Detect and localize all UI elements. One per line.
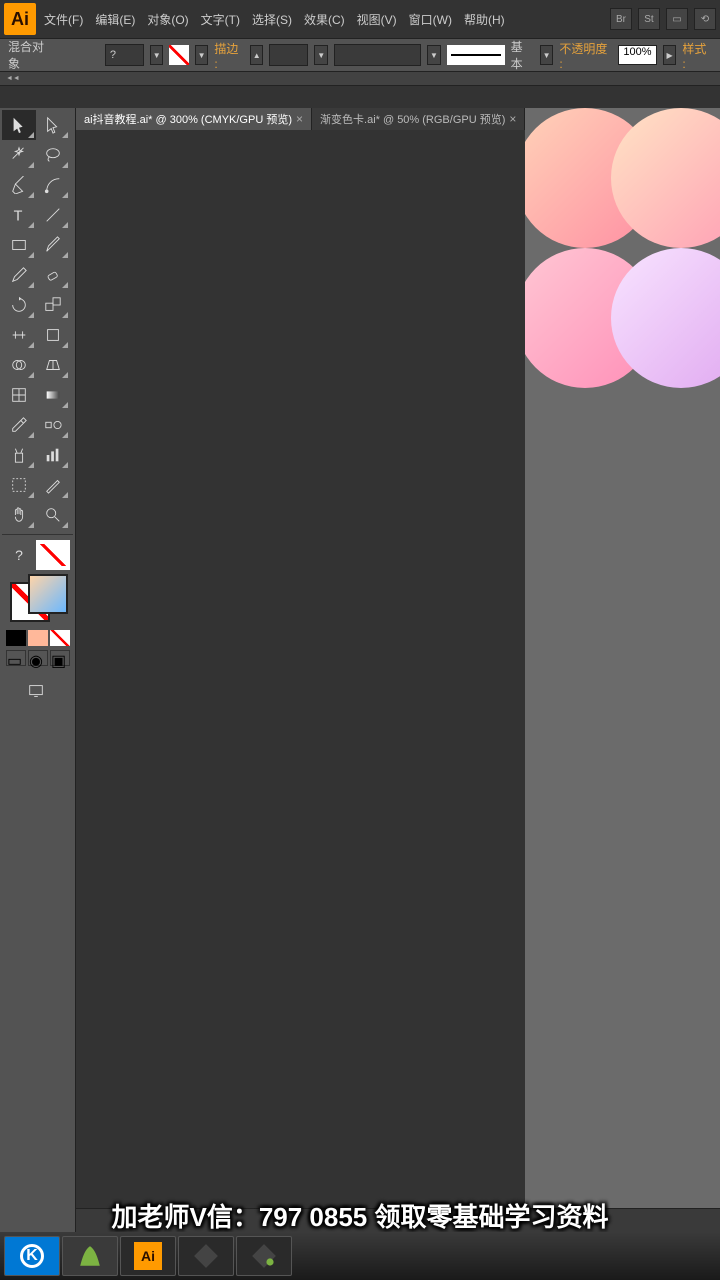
menu-对象(O)[interactable]: 对象(O) <box>141 7 194 32</box>
document-tab[interactable]: 渐变色卡.ai* @ 50% (RGB/GPU 预览)× <box>312 108 525 130</box>
hand-tool[interactable] <box>2 500 36 530</box>
fill-dropdown[interactable]: ? <box>105 44 144 66</box>
fill-stroke-color[interactable] <box>6 574 69 624</box>
taskbar: K Ai <box>0 1232 720 1280</box>
pen-tool[interactable] <box>2 170 36 200</box>
menu-效果(C)[interactable]: 效果(C) <box>298 7 351 32</box>
symbol-sprayer-tool[interactable] <box>2 440 36 470</box>
context-label: 混合对象 <box>8 38 54 72</box>
control-bar: 混合对象 ? ▼ ▼ 描边 : ▲ ▼ ▼ 基本 ▼ 不透明度 : 100% ▶… <box>0 38 720 72</box>
rotate-tool[interactable] <box>2 290 36 320</box>
titlebar-right: Br St ▭ ⟲ <box>610 8 716 30</box>
svg-text:T: T <box>14 208 23 224</box>
slice-tool[interactable] <box>36 470 70 500</box>
stroke-weight[interactable] <box>269 44 308 66</box>
stroke-weight-up[interactable]: ▲ <box>250 45 264 65</box>
app-logo: Ai <box>4 3 36 35</box>
curvature-tool[interactable] <box>36 170 70 200</box>
taskbar-app-2[interactable] <box>62 1236 118 1276</box>
titlebar: Ai 文件(F)编辑(E)对象(O)文字(T)选择(S)效果(C)视图(V)窗口… <box>0 0 720 38</box>
magic-wand-tool[interactable] <box>2 140 36 170</box>
menu-视图(V)[interactable]: 视图(V) <box>351 7 403 32</box>
blend-tool[interactable] <box>36 410 70 440</box>
width-tool[interactable] <box>2 320 36 350</box>
taskbar-app-4[interactable] <box>178 1236 234 1276</box>
menu-编辑(E)[interactable]: 编辑(E) <box>89 7 141 32</box>
opacity-input[interactable]: 100% <box>618 45 657 65</box>
profile-preview[interactable] <box>447 45 505 65</box>
pencil-tool[interactable] <box>2 260 36 290</box>
screen-mode-tool[interactable] <box>19 676 53 706</box>
video-caption: 加老师V信：797 0855 领取零基础学习资料 <box>0 1197 720 1234</box>
stroke-arrow[interactable]: ▼ <box>195 45 209 65</box>
taskbar-app-1[interactable]: K <box>4 1236 60 1276</box>
eraser-tool[interactable] <box>36 260 70 290</box>
fill-arrow[interactable]: ▼ <box>150 45 164 65</box>
taskbar-illustrator[interactable]: Ai <box>120 1236 176 1276</box>
menu-文字(T)[interactable]: 文字(T) <box>195 7 246 32</box>
fill-stroke-toggle[interactable]: ? <box>2 540 36 570</box>
bridge-icon[interactable]: Br <box>610 8 632 30</box>
taskbar-app-5[interactable] <box>236 1236 292 1276</box>
stroke-swatch[interactable] <box>169 45 188 65</box>
scale-tool[interactable] <box>36 290 70 320</box>
menu-选择(S)[interactable]: 选择(S) <box>246 7 298 32</box>
selection-tool[interactable] <box>2 110 36 140</box>
workspace: T ? ▭ ◉ <box>0 108 720 1232</box>
tab-close-icon[interactable]: × <box>296 112 303 126</box>
color-mode-swatches[interactable] <box>6 630 70 646</box>
type-tool[interactable]: T <box>2 200 36 230</box>
column-graph-tool[interactable] <box>36 440 70 470</box>
menu-窗口(W)[interactable]: 窗口(W) <box>403 7 458 32</box>
lasso-tool[interactable] <box>36 140 70 170</box>
shape-builder-tool[interactable] <box>2 350 36 380</box>
mesh-tool[interactable] <box>2 380 36 410</box>
zoom-tool[interactable] <box>36 500 70 530</box>
stock-icon[interactable]: St <box>638 8 660 30</box>
perspective-tool[interactable] <box>36 350 70 380</box>
opacity-label: 不透明度 : <box>559 40 612 71</box>
none-swatch[interactable] <box>36 540 70 570</box>
profile-label: 基本 <box>511 38 534 72</box>
stroke-label: 描边 : <box>214 40 244 71</box>
eyedropper-tool[interactable] <box>2 410 36 440</box>
canvas[interactable] <box>525 108 720 1232</box>
artboard-tool[interactable] <box>2 470 36 500</box>
profile-arrow[interactable]: ▼ <box>540 45 554 65</box>
tool-panel: T ? ▭ ◉ <box>0 108 76 1232</box>
tab-strip: ai抖音教程.ai* @ 300% (CMYK/GPU 预览)×渐变色卡.ai*… <box>76 108 525 130</box>
direct-selection-tool[interactable] <box>36 110 70 140</box>
stroke-weight-dd[interactable]: ▼ <box>314 45 328 65</box>
collapse-bar[interactable] <box>0 72 720 86</box>
brush-dropdown[interactable] <box>334 44 421 66</box>
paintbrush-tool[interactable] <box>36 230 70 260</box>
rectangle-tool[interactable] <box>2 230 36 260</box>
gradient-tool[interactable] <box>36 380 70 410</box>
sync-icon[interactable]: ⟲ <box>694 8 716 30</box>
arrange-icon[interactable]: ▭ <box>666 8 688 30</box>
brush-arrow[interactable]: ▼ <box>427 45 441 65</box>
tab-close-icon[interactable]: × <box>509 112 516 126</box>
line-tool[interactable] <box>36 200 70 230</box>
style-label: 样式 : <box>682 40 712 71</box>
menu-帮助(H)[interactable]: 帮助(H) <box>458 7 511 32</box>
menu-文件(F)[interactable]: 文件(F) <box>38 7 89 32</box>
free-transform-tool[interactable] <box>36 320 70 350</box>
document-tab[interactable]: ai抖音教程.ai* @ 300% (CMYK/GPU 预览)× <box>76 108 312 130</box>
opacity-arrow[interactable]: ▶ <box>663 45 677 65</box>
screen-mode-swatches[interactable]: ▭ ◉ ▣ <box>6 650 70 666</box>
